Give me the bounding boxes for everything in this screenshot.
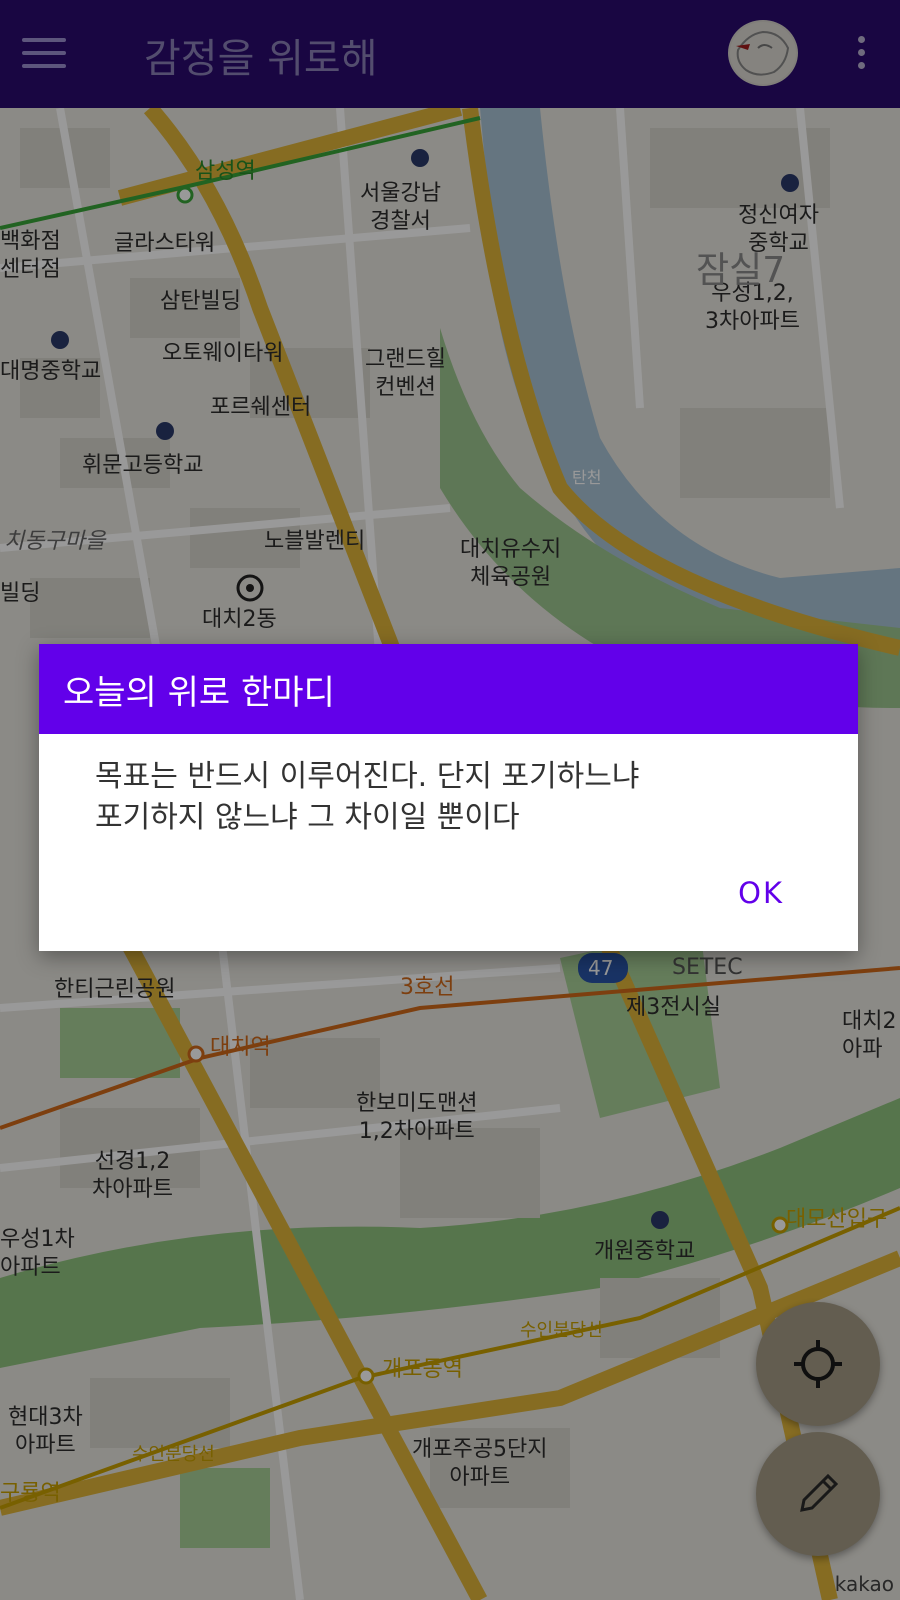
ok-button[interactable]: OK [738, 876, 784, 910]
dialog-title: 오늘의 위로 한마디 [63, 672, 335, 713]
comfort-dialog: 오늘의 위로 한마디 목표는 반드시 이루어진다. 단지 포기하느냐 포기하지 … [39, 644, 858, 951]
dialog-header: 오늘의 위로 한마디 [39, 644, 858, 734]
dialog-message: 목표는 반드시 이루어진다. 단지 포기하느냐 포기하지 않느냐 그 차이일 뿐… [95, 759, 640, 835]
